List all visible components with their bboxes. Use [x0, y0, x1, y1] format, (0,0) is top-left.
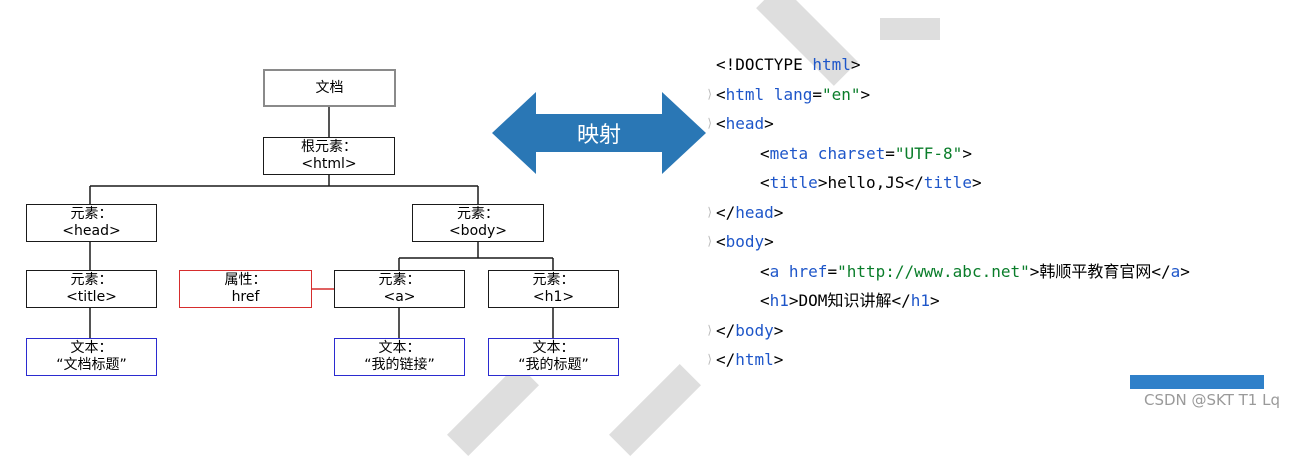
- title-element-node: 元素： <title>: [26, 270, 157, 308]
- fold-icon: ⟩: [706, 86, 714, 101]
- code-line: ⟩ <body>: [706, 227, 1190, 257]
- node-label: 文本：: [70, 340, 113, 356]
- node-tag: <head>: [62, 223, 121, 239]
- html-code-listing: <!DOCTYPE html> ⟩ <html lang="en"> ⟩ <head…: [706, 50, 1190, 375]
- heading-text-node: 文本： “我的标题”: [488, 338, 619, 376]
- node-text: “我的链接”: [364, 357, 435, 373]
- code-line: <title>hello,JS</title>: [760, 173, 982, 192]
- code-line: ⟩ </head>: [706, 198, 1190, 228]
- fold-icon: ⟩: [706, 352, 714, 366]
- node-label: 根元素：: [301, 139, 357, 155]
- node-label: 元素：: [532, 272, 575, 288]
- title-text-node: 文本： “文档标题”: [26, 338, 157, 376]
- code-line: <h1>DOM知识讲解</h1>: [760, 291, 940, 310]
- node-label: 文本：: [378, 340, 421, 356]
- node-tag: href: [231, 289, 260, 305]
- document-label: 文档: [315, 79, 344, 96]
- code-line: <a href="http://www.abc.net">韩顺平教育官网</a>: [760, 261, 1190, 281]
- node-label: 元素：: [378, 272, 421, 288]
- node-tag: <title>: [66, 289, 117, 305]
- node-label: 元素：: [70, 272, 113, 288]
- code-line: ⟩ </html>: [706, 345, 1190, 375]
- fold-icon: ⟩: [706, 204, 714, 219]
- code-line: ⟩ <head>: [706, 109, 1190, 139]
- node-tag: <html>: [301, 156, 357, 172]
- node-tag: <body>: [448, 223, 508, 239]
- body-element-node: 元素： <body>: [412, 204, 544, 242]
- document-node: 文档: [263, 69, 396, 107]
- mapping-label: 映射: [577, 123, 621, 148]
- fold-icon: ⟩: [706, 116, 714, 130]
- root-element-node: 根元素： <html>: [263, 137, 395, 175]
- csdn-watermark: CSDN @SKT T1 Lq: [1143, 391, 1280, 409]
- node-tag: <a>: [383, 289, 416, 305]
- node-label: 文本：: [532, 340, 575, 356]
- link-text-node: 文本： “我的链接”: [334, 338, 465, 376]
- node-text: “文档标题”: [56, 357, 127, 373]
- code-line: ⟩ </body>: [706, 316, 1190, 346]
- mapping-arrow: 映射: [492, 92, 706, 174]
- a-element-node: 元素： <a>: [334, 270, 465, 308]
- node-tag: <h1>: [532, 289, 575, 305]
- fold-icon: ⟩: [706, 234, 714, 248]
- code-line: <meta charset="UTF-8">: [760, 143, 972, 163]
- node-label: 元素：: [457, 206, 499, 222]
- head-element-node: 元素： <head>: [26, 204, 157, 242]
- fold-icon: ⟩: [706, 322, 714, 337]
- node-label: 元素：: [70, 206, 113, 222]
- node-text: “我的标题”: [518, 357, 589, 373]
- h1-element-node: 元素： <h1>: [488, 270, 619, 308]
- node-label: 属性：: [224, 272, 267, 288]
- watermark-bar: [1130, 375, 1264, 389]
- code-line: ⟩ <html lang="en">: [706, 80, 1190, 110]
- code-line: <!DOCTYPE html>: [716, 55, 861, 74]
- href-attribute-node: 属性： href: [179, 270, 312, 308]
